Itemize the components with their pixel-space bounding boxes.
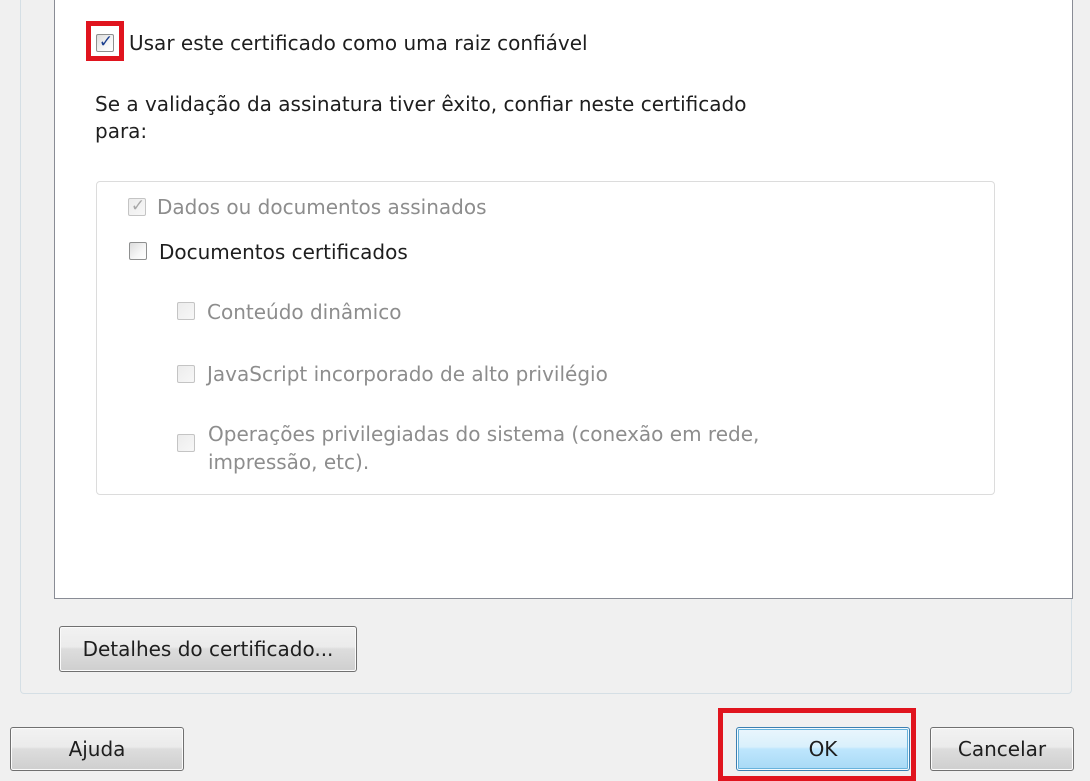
cancel-button[interactable]: Cancelar <box>930 727 1074 771</box>
signed-data-checkbox[interactable]: ✓ <box>128 196 146 216</box>
check-mark-icon: ✓ <box>130 196 146 216</box>
trust-options-group <box>96 181 995 495</box>
dynamic-content-label: Conteúdo dinâmico <box>207 300 402 324</box>
trusted-root-label: Usar este certificado como uma raiz conf… <box>129 31 588 55</box>
system-operations-label-line1: Operações privilegiadas do sistema (cone… <box>208 422 760 446</box>
trusted-root-highlight <box>86 21 124 61</box>
system-operations-checkbox[interactable] <box>177 434 195 452</box>
help-button[interactable]: Ajuda <box>10 727 184 771</box>
certified-documents-label: Documentos certificados <box>159 240 408 264</box>
ok-button-highlight <box>718 708 916 781</box>
javascript-checkbox[interactable] <box>177 365 195 383</box>
certificate-details-button[interactable]: Detalhes do certificado... <box>59 626 357 672</box>
trust-description-line2: para: <box>95 119 148 143</box>
dynamic-content-checkbox[interactable] <box>177 302 195 320</box>
signed-data-label: Dados ou documentos assinados <box>157 195 487 219</box>
certified-documents-checkbox[interactable] <box>129 242 147 260</box>
system-operations-label-line2: impressão, etc). <box>208 450 370 474</box>
trust-description-line1: Se a validação da assinatura tiver êxito… <box>95 92 747 116</box>
javascript-label: JavaScript incorporado de alto privilégi… <box>207 362 608 386</box>
